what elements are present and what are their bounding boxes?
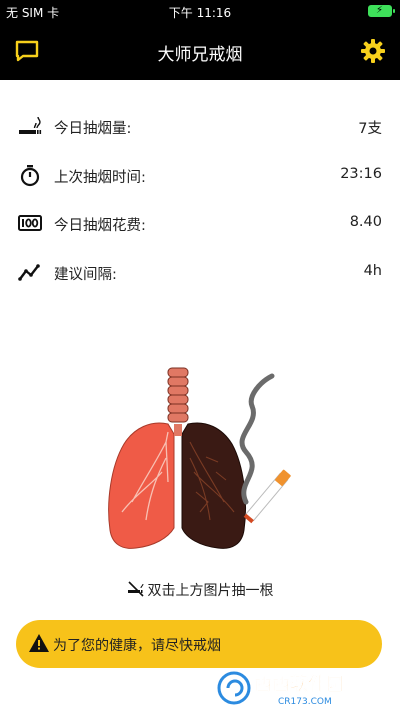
trend-icon [18,263,40,281]
hint-text: 双击上方图片抽一根 [0,580,400,600]
stats-list: 今日抽烟量: 7支 上次抽烟时间: 23:16 今日抽烟花费: 8.40 建议间… [0,112,400,306]
stat-last-time: 上次抽烟时间: 23:16 [0,161,400,210]
stat-value: 4h [363,262,382,279]
stat-today-count: 今日抽烟量: 7支 [0,112,400,161]
warning-banner: 为了您的健康，请尽快戒烟 [16,620,382,668]
page-title: 大师兄戒烟 [157,45,243,65]
cigarette-smoke-icon [19,116,42,134]
battery-icon: ⚡ [368,5,395,17]
stopwatch-icon [20,164,40,186]
clock: 下午 11:16 [168,6,232,20]
lungs-image[interactable] [96,362,316,562]
smoke [239,373,275,505]
stat-value: 8.40 [349,214,382,230]
money-icon [18,215,42,231]
gear-icon[interactable] [360,38,386,64]
stat-value: 7支 [358,121,382,137]
stat-value: 23:16 [340,165,382,182]
stat-label: 今日抽烟花费: [54,218,146,234]
hint-label: 双击上方图片抽一根 [147,583,274,599]
stat-label: 上次抽烟时间: [54,169,146,186]
stat-label: 建议间隔: [54,266,117,283]
stat-today-cost: 今日抽烟花费: 8.40 [0,209,400,258]
app-header: 大师兄戒烟 [0,22,400,80]
trachea [167,367,189,423]
stat-label: 今日抽烟量: [54,121,132,137]
warning-icon [29,634,49,652]
stat-interval: 建议间隔: 4h [0,258,400,307]
warning-text: 为了您的健康，请尽快戒烟 [53,638,221,654]
svg-text:CR173.COM: CR173.COM [278,697,332,707]
svg-text:西西软件园: 西西软件园 [254,673,344,695]
status-bar: 无 SIM 卡 下午 11:16 ⚡ [0,0,400,22]
site-watermark-logo: 西西软件园 CR173.COM [217,671,344,707]
no-smoking-icon [127,581,144,597]
smoker-lung [181,422,246,549]
